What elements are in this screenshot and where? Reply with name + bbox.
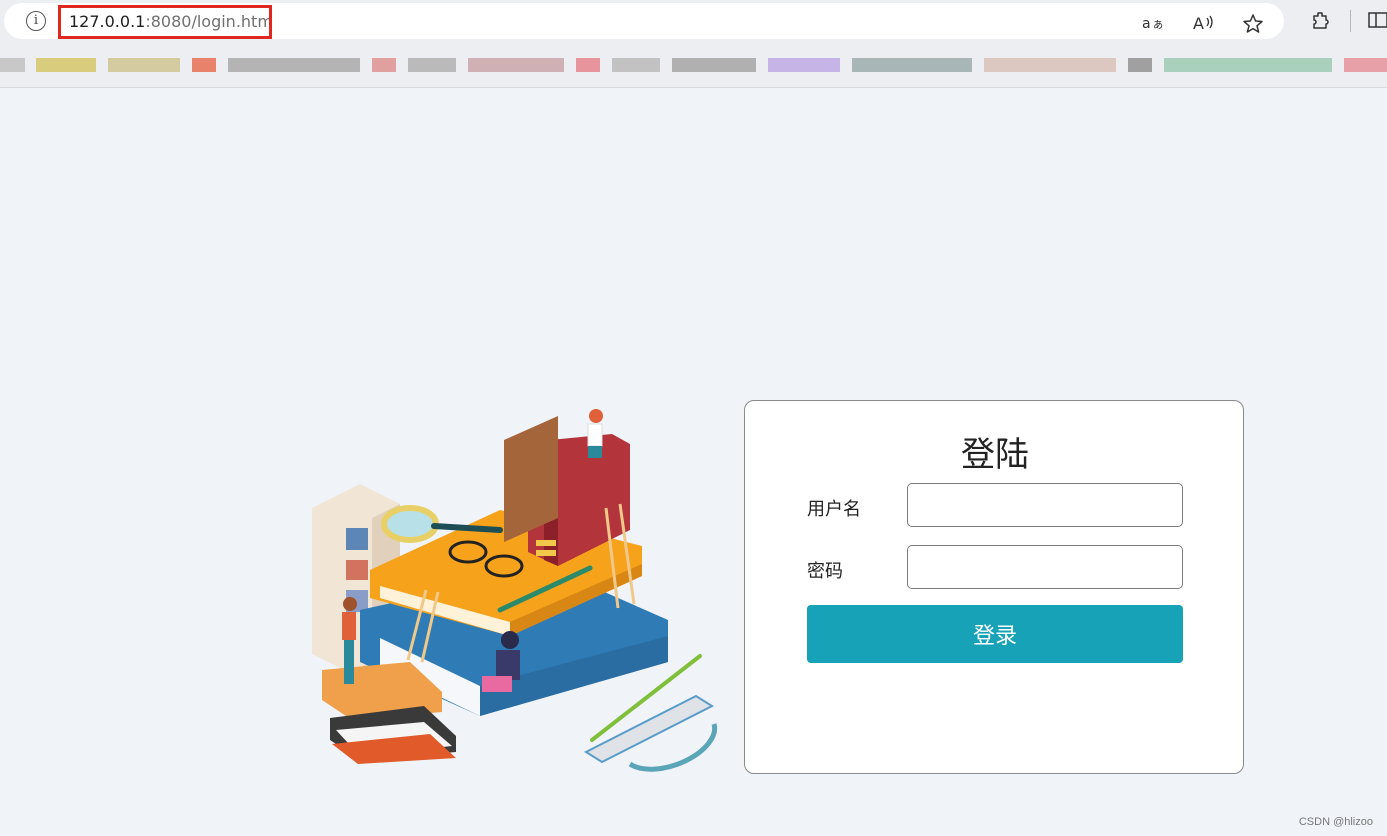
person (343, 597, 357, 611)
split-screen-icon[interactable] (1366, 10, 1387, 32)
bookmark-item[interactable] (192, 58, 216, 72)
bookmark-item[interactable] (1164, 58, 1332, 72)
login-card: 登陆 用户名 密码 登录 (744, 400, 1244, 774)
svg-text:ぁ: ぁ (1152, 17, 1164, 31)
read-aloud-icon[interactable]: A (1190, 13, 1216, 35)
password-label: 密码 (807, 561, 843, 582)
extensions-icon[interactable] (1308, 10, 1334, 32)
bookmark-item[interactable] (108, 58, 180, 72)
url-path: :8080/login.html (145, 12, 272, 31)
person (501, 631, 519, 649)
login-button[interactable]: 登录 (807, 605, 1183, 663)
magnifier (381, 505, 439, 543)
bookmark-item[interactable] (372, 58, 396, 72)
bookmark-item[interactable] (468, 58, 564, 72)
password-input[interactable] (907, 545, 1183, 589)
url-text[interactable]: 127.0.0.1:8080/login.html (58, 5, 272, 39)
favorite-star-icon[interactable] (1240, 13, 1266, 35)
browser-toolbar: i 127.0.0.1:8080/login.html aぁ A (0, 0, 1387, 88)
bookmark-item[interactable] (612, 58, 660, 72)
bookmarks-bar (0, 48, 1387, 78)
username-input[interactable] (907, 483, 1183, 527)
toolbar-separator (1350, 10, 1351, 32)
bookmark-item[interactable] (852, 58, 972, 72)
watermark: CSDN @hlizoo (1298, 816, 1373, 828)
svg-text:A: A (1193, 14, 1204, 33)
url-host: 127.0.0.1 (69, 12, 146, 31)
bookmark-item[interactable] (36, 58, 96, 72)
person (589, 409, 603, 423)
svg-text:a: a (1142, 16, 1151, 32)
bookmark-item[interactable] (672, 58, 756, 72)
bookmark-item[interactable] (0, 58, 25, 72)
bookmark-item[interactable] (984, 58, 1116, 72)
info-icon[interactable]: i (26, 11, 46, 31)
bookmark-item[interactable] (576, 58, 600, 72)
username-label: 用户名 (807, 499, 861, 520)
translate-icon[interactable]: aぁ (1140, 13, 1166, 35)
login-title: 登陆 (961, 435, 1029, 475)
bookmark-item[interactable] (768, 58, 840, 72)
books-illustration (312, 409, 718, 772)
address-bar[interactable]: i 127.0.0.1:8080/login.html aぁ A (4, 3, 1284, 39)
bookmark-item[interactable] (408, 58, 456, 72)
bookmark-item[interactable] (228, 58, 360, 72)
bookmark-item[interactable] (1344, 58, 1387, 72)
bookmark-item[interactable] (1128, 58, 1152, 72)
